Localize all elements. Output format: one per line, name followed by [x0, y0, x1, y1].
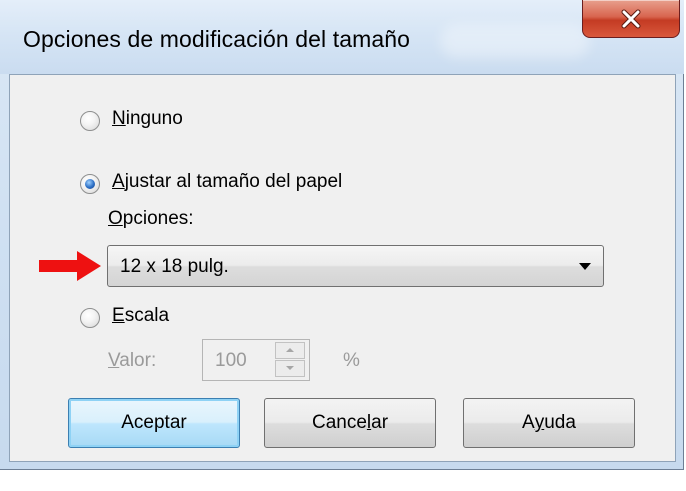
- dialog-title: Opciones de modificación del tamaño: [23, 26, 411, 52]
- paper-size-dropdown[interactable]: 12 x 18 pulg.: [107, 245, 604, 287]
- radio-fit-to-paper[interactable]: [80, 174, 100, 194]
- scale-value-label: Valor:: [108, 350, 157, 371]
- screenshot: Opciones de modificación del tamaño Ning…: [0, 0, 686, 491]
- radio-none[interactable]: [80, 111, 100, 131]
- scale-value-input[interactable]: 100: [202, 339, 310, 381]
- radio-scale-label[interactable]: Escala: [112, 305, 169, 327]
- radio-fit-to-paper-label[interactable]: Ajustar al tamaño del papel: [112, 171, 342, 193]
- dialog-window: Opciones de modificación del tamaño Ning…: [0, 0, 684, 470]
- radio-none-label[interactable]: Ninguno: [112, 108, 183, 130]
- spin-up-button[interactable]: [275, 342, 305, 359]
- radio-scale[interactable]: [80, 308, 100, 328]
- dialog-content: Ninguno Ajustar al tamaño del papel Opci…: [9, 74, 676, 462]
- accept-button[interactable]: Aceptar: [68, 398, 240, 448]
- scale-value-text: 100: [215, 350, 247, 371]
- close-x-icon: [621, 9, 641, 28]
- dropdown-arrow-icon[interactable]: [579, 263, 591, 270]
- red-arrow-icon: [39, 251, 101, 281]
- options-label: Opciones:: [108, 208, 194, 229]
- spin-down-button[interactable]: [275, 360, 305, 377]
- title-bar[interactable]: Opciones de modificación del tamaño: [0, 0, 684, 74]
- help-button[interactable]: Ay uda: [463, 398, 635, 448]
- percent-label: %: [343, 350, 360, 371]
- paper-size-selected: 12 x 18 pulg.: [120, 256, 229, 277]
- close-button[interactable]: [582, 0, 680, 38]
- cancel-button[interactable]: Cance l ar: [264, 398, 436, 448]
